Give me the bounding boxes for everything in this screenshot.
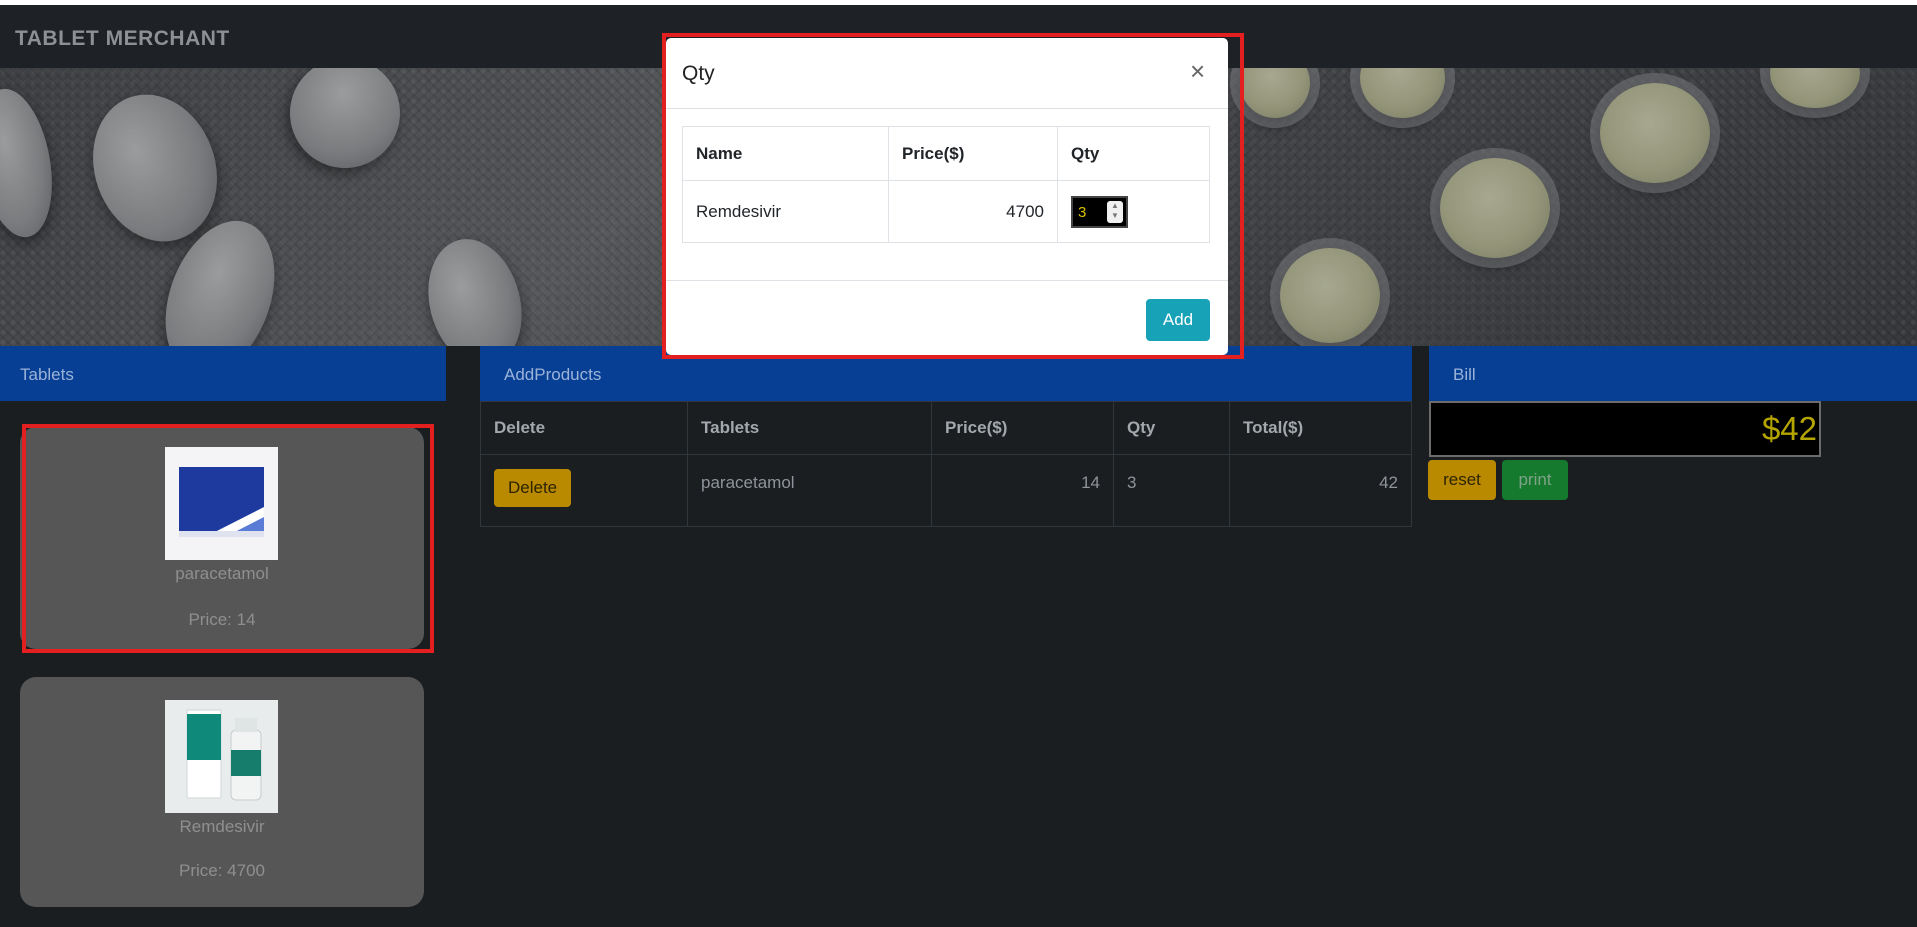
selection-highlight — [22, 424, 434, 653]
tablet-card-remdesivir[interactable]: Remdesivir Price: 4700 — [20, 677, 424, 907]
tablets-panel-header: Tablets — [0, 346, 446, 401]
price-cell: 14 — [931, 454, 1114, 527]
column-header-price: Price($) — [931, 401, 1114, 455]
bill-panel-header: Bill — [1429, 346, 1917, 401]
qty-cell: 3 — [1113, 454, 1230, 527]
delete-button[interactable]: Delete — [494, 469, 572, 507]
bill-total-display: $42 — [1429, 401, 1821, 457]
column-header-tablets: Tablets — [687, 401, 932, 455]
column-header-qty: Qty — [1113, 401, 1230, 455]
tablet-name: Remdesivir — [179, 817, 265, 836]
delete-cell: Delete — [480, 454, 688, 527]
modal-highlight — [662, 33, 1244, 359]
products-table: Delete Tablets Price($) Qty Total($) Del… — [480, 401, 1412, 527]
remdesivir-vial-icon — [186, 709, 262, 801]
reset-button[interactable]: reset — [1428, 460, 1496, 500]
tablet-price: Price: 4700 — [179, 861, 265, 880]
table-row: Delete paracetamol 14 3 42 — [480, 454, 1412, 527]
tablet-cell: paracetamol — [687, 454, 932, 527]
table-header-row: Delete Tablets Price($) Qty Total($) — [480, 401, 1412, 455]
print-button[interactable]: print — [1502, 460, 1568, 500]
column-header-delete: Delete — [480, 401, 688, 455]
remdesivir-vials-image — [165, 700, 278, 813]
column-header-total: Total($) — [1229, 401, 1412, 455]
brand-title[interactable]: TABLET MERCHANT — [15, 27, 230, 51]
total-cell: 42 — [1229, 454, 1412, 527]
